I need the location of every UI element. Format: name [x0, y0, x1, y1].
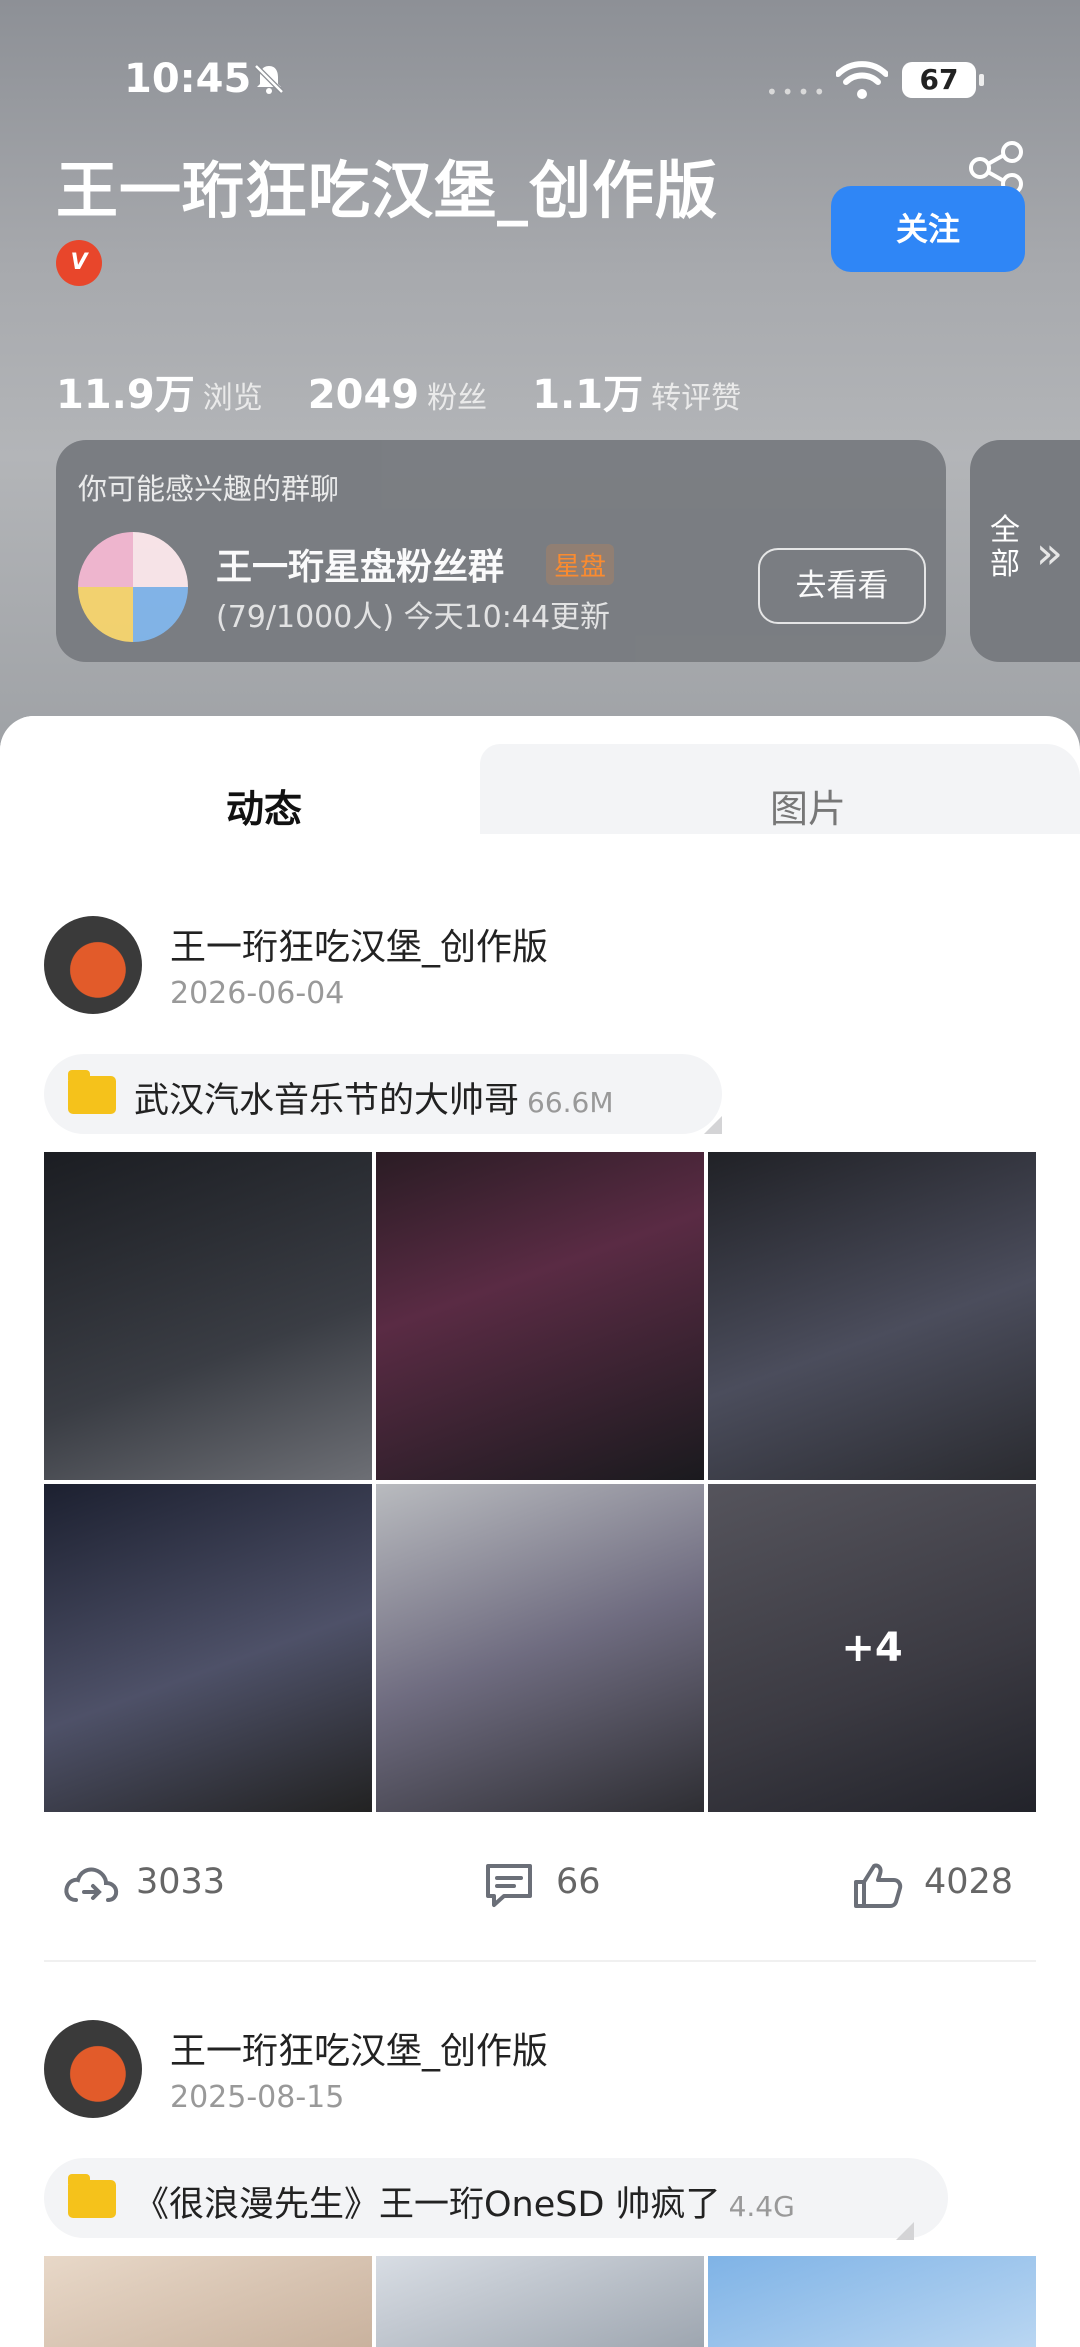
post-date: 2025-08-15 [170, 2080, 345, 2115]
group-chat-card[interactable]: 你可能感兴趣的群聊 王一珩星盘粉丝群 星盘 (79/1000人) 今天10:44… [56, 440, 946, 662]
post-date: 2026-06-04 [170, 976, 345, 1011]
mute-bell-icon [254, 64, 284, 94]
view-group-button[interactable]: 去看看 [758, 548, 926, 624]
avatar[interactable] [44, 916, 142, 1014]
photo-thumbnail[interactable] [44, 1484, 372, 1812]
tab-images[interactable]: 图片 [770, 778, 846, 833]
signal-dots-icon: •••• [766, 80, 830, 104]
comment-count: 66 [556, 1862, 601, 1902]
stat-value: 1.1万 [532, 372, 644, 418]
share-cloud-icon [64, 1867, 119, 1902]
folder-icon [68, 1070, 116, 1114]
folder-size: 4.4G [728, 2190, 795, 2223]
post-author[interactable]: 王一珩狂吃汉堡_创作版 [170, 2022, 548, 2074]
status-time: 10:45 [124, 56, 252, 102]
photo-thumbnail[interactable] [708, 2256, 1036, 2347]
stat-value: 11.9万 [56, 372, 195, 418]
stat-label: 转评赞 [651, 381, 742, 416]
view-all-label: 全部 [990, 513, 1020, 582]
thumbs-up-icon [854, 1863, 903, 1908]
view-all-groups[interactable]: 全部 » [970, 440, 1080, 662]
follow-button[interactable]: 关注 [831, 186, 1025, 272]
stat-label: 浏览 [202, 381, 263, 416]
more-photos-count: +4 [841, 1625, 903, 1671]
photo-thumbnail[interactable] [376, 1152, 704, 1480]
photo-thumbnail[interactable] [708, 1152, 1036, 1480]
battery-indicator: 67 [902, 62, 984, 98]
group-name: 王一珩星盘粉丝群 [216, 547, 505, 588]
post-divider [44, 1960, 1036, 1962]
chip-corner [896, 2222, 914, 2240]
stat-fans[interactable]: 2049 粉丝 [308, 372, 487, 418]
folder-name: 武汉汽水音乐节的大帅哥 [134, 1081, 520, 1121]
comment-icon [486, 1864, 532, 1907]
photo-thumbnail[interactable] [376, 2256, 704, 2347]
group-tag: 星盘 [546, 544, 615, 585]
profile-stats: 11.9万 浏览 2049 粉丝 1.1万 转评赞 [56, 362, 781, 420]
post-author[interactable]: 王一珩狂吃汉堡_创作版 [170, 918, 548, 970]
photo-thumbnail[interactable]: +4 [708, 1484, 1036, 1812]
folder-chip[interactable]: 《很浪漫先生》王一珩OneSD 帅疯了 4.4G [44, 2158, 948, 2238]
group-info: (79/1000人) 今天10:44更新 [216, 600, 611, 635]
folder-size: 66.6M [527, 1086, 614, 1119]
share-count: 3033 [136, 1862, 226, 1902]
wifi-icon [836, 61, 888, 99]
folder-chip[interactable]: 武汉汽水音乐节的大帅哥 66.6M [44, 1054, 722, 1134]
stat-label: 粉丝 [427, 381, 488, 416]
avatar[interactable] [44, 2020, 142, 2118]
chip-corner [704, 1116, 722, 1134]
like-count: 4028 [924, 1862, 1014, 1902]
post-actions: 3033 66 4028 [0, 1850, 1080, 1920]
chevron-right-icon: » [1036, 528, 1063, 579]
status-bar: 10:45 •••• 67 [0, 52, 1080, 112]
photo-thumbnail[interactable] [44, 1152, 372, 1480]
tab-posts[interactable]: 动态 [226, 778, 302, 833]
group-avatar [78, 532, 188, 642]
folder-name: 《很浪漫先生》王一珩OneSD 帅疯了 [134, 2185, 721, 2225]
stat-value: 2049 [307, 372, 420, 418]
profile-name: 王一珩狂吃汉堡_创作版 [56, 154, 719, 227]
photo-thumbnail[interactable] [376, 1484, 704, 1812]
folder-icon [68, 2174, 116, 2218]
group-card-hint: 你可能感兴趣的群聊 [78, 472, 340, 506]
verified-badge-icon: V [56, 240, 102, 286]
stat-views[interactable]: 11.9万 浏览 [56, 362, 263, 420]
stat-engagement[interactable]: 1.1万 转评赞 [532, 362, 741, 420]
photo-thumbnail[interactable] [44, 2256, 372, 2347]
